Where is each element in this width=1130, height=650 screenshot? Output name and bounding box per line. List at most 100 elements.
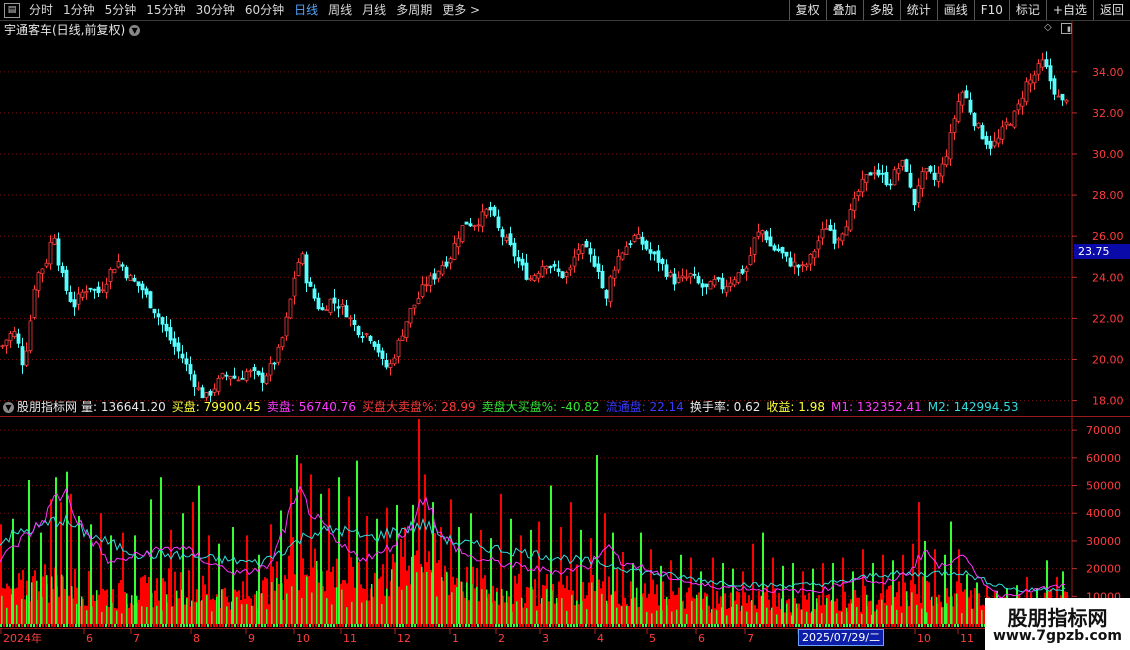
volume-bar [756,612,758,624]
period-tab-8[interactable]: 月线 [357,0,391,20]
volume-tick-mark [744,624,746,627]
volume-bar [751,600,753,624]
volume-tick-mark [447,624,449,627]
volume-bar [836,613,838,624]
volume-tick-mark [438,624,440,627]
volume-bar [288,555,290,624]
period-tab-9[interactable]: 多周期 [391,0,437,20]
candle-body [512,242,517,257]
volume-bar [76,603,78,624]
volume-bar [44,564,46,624]
volume-bar [684,608,686,624]
toolbar-button-7[interactable]: +自选 [1045,0,1093,20]
volume-bar [981,610,983,624]
period-tab-5[interactable]: 60分钟 [240,0,289,20]
volume-tick-mark [84,624,86,627]
toolbar-button-8[interactable]: 返回 [1092,0,1130,20]
volume-bar [862,549,864,624]
toolbar-button-4[interactable]: 画线 [936,0,974,20]
volume-bar [866,594,868,624]
candle-body [76,293,81,305]
volume-bar [688,587,690,624]
candle-body [180,353,185,359]
period-tab-0[interactable]: 分时 [24,0,58,20]
volume-bar [826,598,828,624]
volume-tick-mark [714,624,716,627]
candle-body [744,267,749,272]
volume-bar [194,601,196,624]
toolbar-button-1[interactable]: 叠加 [825,0,863,20]
period-tab-4[interactable]: 30分钟 [191,0,240,20]
volume-bar [100,513,102,624]
volume-tick-mark [735,624,737,627]
volume-tick-mark [261,624,263,627]
toolbar-button-5[interactable]: F10 [973,0,1009,20]
period-tab-7[interactable]: 周线 [323,0,357,20]
volume-bar [504,602,506,624]
volume-tick-mark [162,624,164,627]
toolbar-button-6[interactable]: 标记 [1008,0,1046,20]
volume-bar [384,595,386,624]
volume-tick-mark [585,624,587,627]
volume-bar [931,596,933,624]
volume-bar [808,592,810,624]
volume-tick-mark [672,624,674,627]
volume-bar [678,587,680,624]
volume-bar [631,598,633,624]
volume-bar [834,601,836,624]
period-tab-1[interactable]: 1分钟 [58,0,100,20]
volume-bar [728,608,730,624]
volume-tick-mark [123,624,125,627]
volume-bar [121,613,123,624]
volume-bar [558,581,560,624]
volume-bar [8,586,10,624]
candle-body [576,249,581,255]
volume-tick-mark [702,624,704,627]
period-tab-6[interactable]: 日线 [289,0,323,20]
volume-tick-mark [75,624,77,627]
candle-body [652,251,657,255]
period-tab-3[interactable]: 15分钟 [141,0,190,20]
volume-bar [544,585,546,624]
volume-bar [464,597,466,624]
volume-bar [224,587,226,624]
candle-body [524,262,529,280]
candle-body [176,342,181,352]
candle-body [808,253,813,265]
volume-tick-mark [765,624,767,627]
candle-body [232,375,237,379]
volume-bar [234,589,236,624]
candle-body [396,339,401,358]
candle-body [912,188,917,206]
candle-body [1020,97,1025,107]
volume-tick-mark [747,624,749,627]
volume-bar [488,593,490,624]
toolbar-button-3[interactable]: 统计 [899,0,937,20]
candle-body [736,272,741,283]
volume-bar [246,604,248,624]
volume-tick-mark [378,624,380,627]
volume-tick-mark [816,624,818,627]
volume-tick-mark [432,624,434,627]
toolbar-button-0[interactable]: 复权 [788,0,826,20]
volume-tick-mark [471,624,473,627]
candle-body [332,297,337,304]
volume-tick-mark [150,624,152,627]
volume-tick-mark [933,624,935,627]
candle-body [756,231,761,237]
volume-tick-mark [579,624,581,627]
period-tab-10[interactable]: 更多 > [437,0,485,20]
volume-bar [158,600,160,624]
period-tab-2[interactable]: 5分钟 [100,0,142,20]
volume-bar [946,603,948,624]
volume-bar [891,605,893,624]
price-tick-label: 34.00 [1092,66,1124,79]
volume-tick-mark [240,624,242,627]
volume-tick-mark [522,624,524,627]
menu-icon[interactable]: ▤ [4,2,20,18]
candle-body [188,364,193,375]
volume-bar [241,604,243,624]
volume-tick-mark [135,624,137,627]
volume-bar [686,614,688,624]
toolbar-button-2[interactable]: 多股 [862,0,900,20]
